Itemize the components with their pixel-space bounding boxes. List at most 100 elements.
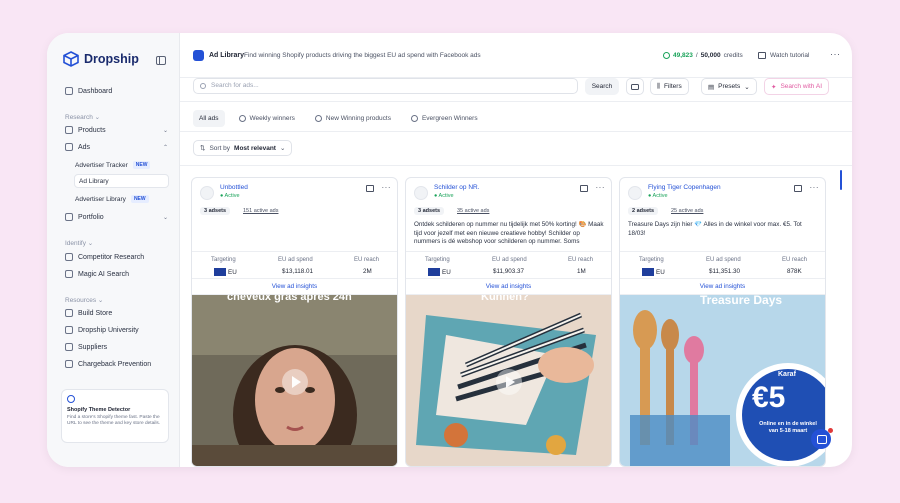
ad-card[interactable]: Flying Tiger Copenhagen ● Active ··· 2 a… xyxy=(619,177,826,467)
chevron-up-icon: ⌃ xyxy=(162,144,168,151)
scrollbar[interactable] xyxy=(840,170,842,190)
presets-icon: ▤ xyxy=(708,83,715,91)
search-with-ai-button[interactable]: ✦ Search with AI xyxy=(764,78,830,95)
sidebar-item-suppliers[interactable]: Suppliers xyxy=(65,340,170,354)
home-icon xyxy=(65,87,73,95)
presets-button[interactable]: ▤ Presets ⌄ xyxy=(701,78,757,95)
sidebar-item-products[interactable]: Products ⌄ xyxy=(65,123,170,137)
status-badge: ● Active xyxy=(220,193,240,199)
ads-icon xyxy=(65,143,73,151)
advertiser-name[interactable]: Flying Tiger Copenhagen xyxy=(648,184,721,191)
active-ads-link[interactable]: 25 active ads xyxy=(671,208,703,214)
tab-bar: All ads Weekly winners New Winning produ… xyxy=(193,110,492,127)
top-bar: Ad Library Find winning Shopify products… xyxy=(180,33,852,78)
sidebar-item-advertiser-library[interactable]: Advertiser Library NEW xyxy=(75,192,170,206)
section-resources[interactable]: Resources ⌄ xyxy=(65,296,103,304)
view-ad-insights-button[interactable]: View ad insights xyxy=(620,279,825,295)
sidebar-item-ad-library[interactable]: Ad Library xyxy=(74,174,169,188)
sidebar-item-label: Dropship University xyxy=(78,326,139,334)
save-icon[interactable] xyxy=(365,184,374,192)
active-ads-link[interactable]: 151 active ads xyxy=(243,208,278,214)
sidebar-item-chargeback[interactable]: Chargeback Prevention xyxy=(65,357,170,371)
sparkle-icon: ✦ xyxy=(771,83,777,91)
tab-new-winning-products[interactable]: New Winning products xyxy=(309,110,397,127)
ad-copy: Ontdek schilderen op nummer nu tijdelijk… xyxy=(414,221,604,245)
eu-flag-icon xyxy=(214,268,226,276)
theme-detector-card[interactable]: Shopify Theme Detector Find a store's Sh… xyxy=(61,389,169,443)
shield-icon xyxy=(65,360,73,368)
ad-card[interactable]: Unbottled ● Active ··· 3 adsets 151 acti… xyxy=(191,177,398,467)
divider xyxy=(180,165,852,166)
sidebar-collapse-icon[interactable] xyxy=(156,56,166,65)
ad-stats: Targeting EU ad spend EU reach EU $11,35… xyxy=(620,251,825,279)
store-icon xyxy=(65,309,73,317)
chevron-down-icon: ⌄ xyxy=(279,145,286,152)
section-research[interactable]: Research ⌄ xyxy=(65,113,100,121)
save-icon[interactable] xyxy=(579,184,588,192)
more-options-icon[interactable]: ··· xyxy=(382,184,392,192)
main-content: Ad Library Find winning Shopify products… xyxy=(180,33,852,467)
card-actions: ··· xyxy=(365,184,392,192)
sidebar-item-advertiser-tracker[interactable]: Advertiser Tracker NEW xyxy=(75,158,170,172)
image-search-button[interactable] xyxy=(626,78,644,95)
bulb-icon xyxy=(238,115,246,122)
target-icon xyxy=(67,395,75,403)
camera-icon xyxy=(631,83,639,90)
tab-weekly-winners[interactable]: Weekly winners xyxy=(233,110,301,127)
play-icon[interactable] xyxy=(281,368,308,395)
credits-counter: 49,823 / 50,000 credits xyxy=(663,52,743,59)
app-window: Dropship Dashboard Research ⌄ Products ⌄… xyxy=(47,33,852,467)
more-options-icon[interactable]: ··· xyxy=(830,49,841,59)
ad-creative-image xyxy=(620,295,825,466)
sidebar-item-dashboard[interactable]: Dashboard xyxy=(65,84,170,98)
chevron-down-icon: ⌄ xyxy=(744,83,750,91)
play-icon[interactable] xyxy=(495,368,522,395)
ad-card[interactable]: Schilder op NR. ● Active ··· 3 adsets 35… xyxy=(405,177,612,467)
active-ads-link[interactable]: 35 active ads xyxy=(457,208,489,214)
ad-video-thumbnail[interactable]: Kunnen? xyxy=(406,295,611,466)
card-actions: ··· xyxy=(579,184,606,192)
search-input[interactable]: Search for ads... xyxy=(193,78,578,94)
watch-tutorial-button[interactable]: Watch tutorial xyxy=(758,52,810,59)
chevron-down-icon: ⌄ xyxy=(162,127,168,134)
search-button[interactable]: Search xyxy=(585,78,619,95)
save-icon[interactable] xyxy=(793,184,802,192)
sidebar-item-magic-ai-search[interactable]: Magic AI Search xyxy=(65,267,170,281)
advertiser-name[interactable]: Schilder op NR. xyxy=(434,184,480,191)
view-ad-insights-button[interactable]: View ad insights xyxy=(192,279,397,295)
sidebar-item-portfolio[interactable]: Portfolio ⌄ xyxy=(65,210,170,224)
ad-image[interactable]: Treasure Days Karaf €5 Online en in de w… xyxy=(620,295,825,466)
search-icon xyxy=(200,83,206,89)
sidebar-item-label: Magic AI Search xyxy=(78,270,129,278)
more-options-icon[interactable]: ··· xyxy=(596,184,606,192)
sidebar-item-label: Products xyxy=(78,126,106,134)
filters-button[interactable]: ⫼ Filters xyxy=(650,78,689,95)
search-icon xyxy=(65,253,73,261)
ad-video-thumbnail[interactable]: cheveux gras après 24h xyxy=(192,295,397,466)
advertiser-logo xyxy=(414,186,428,200)
sort-dropdown[interactable]: ⇅ Sort by Most relevant ⌄ xyxy=(193,140,293,156)
detector-title: Shopify Theme Detector xyxy=(67,407,131,413)
box-icon xyxy=(65,126,73,134)
adsets-badge[interactable]: 2 adsets xyxy=(628,207,659,215)
section-identify[interactable]: Identify ⌄ xyxy=(65,239,93,247)
tab-all-ads[interactable]: All ads xyxy=(193,110,225,127)
sidebar-item-ads[interactable]: Ads ⌃ xyxy=(65,140,170,154)
sort-icon: ⇅ xyxy=(200,145,206,152)
status-badge: ● Active xyxy=(434,193,454,199)
adsets-badge[interactable]: 3 adsets xyxy=(200,207,231,215)
tab-evergreen-winners[interactable]: Evergreen Winners xyxy=(405,110,484,127)
price-badge-label: Karaf xyxy=(778,371,796,378)
advertiser-name[interactable]: Unbottled xyxy=(220,184,248,191)
brand[interactable]: Dropship xyxy=(63,51,139,67)
sparkle-icon xyxy=(65,270,73,278)
sidebar-item-university[interactable]: Dropship University xyxy=(65,323,170,337)
view-ad-insights-button[interactable]: View ad insights xyxy=(406,279,611,295)
sidebar-item-build-store[interactable]: Build Store xyxy=(65,306,170,320)
ad-copy xyxy=(200,221,392,247)
page-title: Ad Library xyxy=(209,52,245,59)
more-options-icon[interactable]: ··· xyxy=(810,184,820,192)
video-icon xyxy=(758,52,766,59)
adsets-badge[interactable]: 3 adsets xyxy=(414,207,445,215)
sidebar-item-competitor-research[interactable]: Competitor Research xyxy=(65,250,170,264)
